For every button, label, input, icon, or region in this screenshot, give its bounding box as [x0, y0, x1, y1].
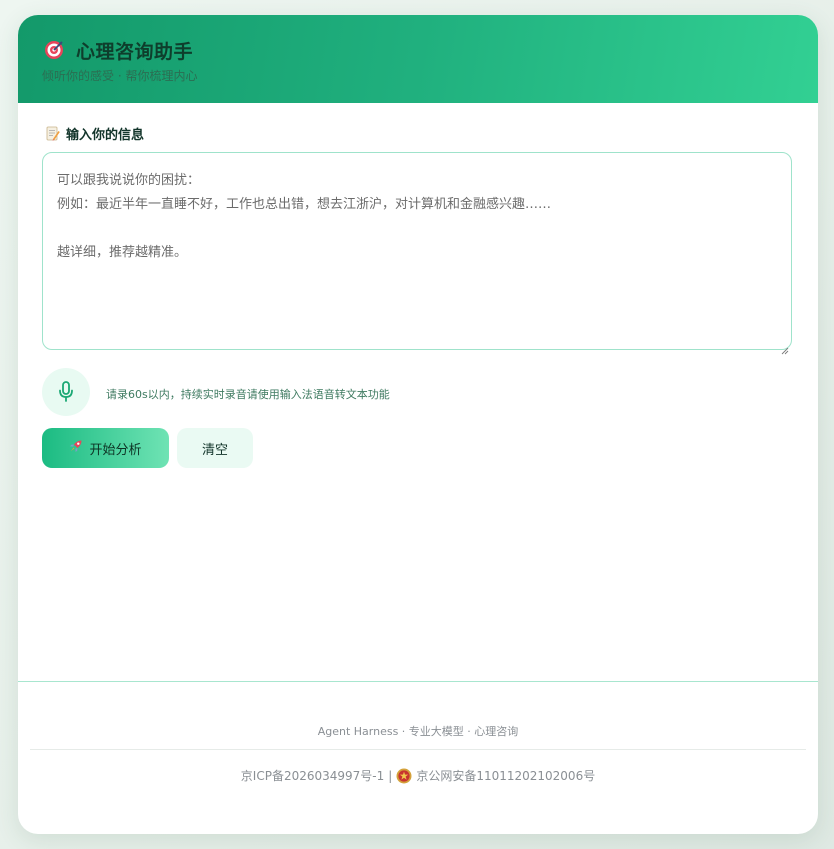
voice-hint: 请录60s以内，持续实时录音请使用输入法语音转文本功能: [106, 388, 390, 401]
resize-handle-icon[interactable]: [781, 340, 789, 355]
target-icon: [44, 40, 64, 60]
rocket-icon: [69, 439, 83, 457]
page-title: 心理咨询助手: [76, 41, 194, 63]
microphone-icon: [59, 381, 73, 402]
footer-divider: [18, 681, 818, 682]
clear-button[interactable]: 清空: [177, 428, 253, 468]
problem-textarea[interactable]: [42, 152, 792, 350]
start-analysis-label: 开始分析: [89, 442, 142, 458]
input-section-label: 输入你的信息: [46, 124, 144, 143]
page-subtitle: 倾听你的感受 · 帮你梳理内心: [42, 69, 198, 83]
police-record-link[interactable]: 京公网安备11011202102006号: [416, 767, 595, 784]
header: 心理咨询助手 倾听你的感受 · 帮你梳理内心: [18, 15, 818, 103]
start-analysis-button[interactable]: 开始分析: [42, 428, 169, 468]
input-section-label-text: 输入你的信息: [66, 128, 145, 143]
memo-icon: [46, 126, 60, 141]
footer-legal: 京ICP备2026034997号-1 | 京公网安备11011202102006…: [18, 767, 818, 784]
footer-separator-line: [30, 749, 806, 750]
footer-separator: |: [388, 768, 393, 783]
icp-record-link[interactable]: 京ICP备2026034997号-1: [241, 767, 384, 784]
voice-record-button[interactable]: [42, 368, 90, 416]
footer-credit: Agent Harness · 专业大模型 · 心理咨询: [317, 725, 519, 738]
main-card: 心理咨询助手 倾听你的感受 · 帮你梳理内心 输入你的信息 可以跟我说说你的困扰…: [18, 15, 818, 834]
police-badge-icon: [396, 768, 412, 784]
